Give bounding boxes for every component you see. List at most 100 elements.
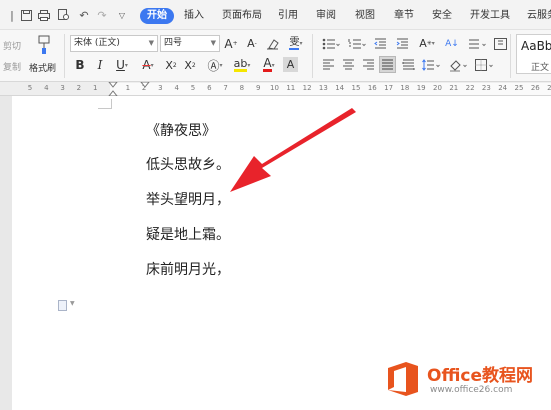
ruler-number: 26 — [530, 84, 540, 92]
italic-icon[interactable]: I — [93, 57, 107, 73]
paragraph-spacing-icon[interactable] — [420, 57, 442, 73]
ruler-number: 1 — [92, 84, 98, 92]
font-color-icon[interactable]: A ▾ — [258, 57, 280, 73]
ruler-number: 10 — [270, 84, 279, 92]
subscript-icon[interactable]: X2 — [182, 57, 198, 73]
ruler-number: 23 — [481, 84, 491, 92]
print-preview-icon[interactable] — [56, 8, 72, 22]
superscript-icon[interactable]: X2 — [163, 57, 179, 73]
menu-bar: | ↶ ↷ ▽ 开始 插入 页面布局 引用 审阅 视图 章节 安全 开发工具 云… — [0, 0, 551, 30]
ruler-number: 2 — [76, 84, 82, 92]
print-icon[interactable] — [36, 8, 52, 22]
tab-review[interactable]: 审阅 — [316, 8, 336, 24]
clear-format-icon[interactable] — [264, 36, 280, 51]
format-painter-label: 格式刷 — [29, 64, 57, 74]
ruler-number: 7 — [223, 84, 228, 92]
watermark-site: www.office26.com — [430, 385, 513, 395]
ruler-number: 5 — [27, 84, 33, 92]
font-family-value: 宋体 (正文) — [74, 38, 120, 48]
bold-icon[interactable]: B — [73, 57, 87, 73]
grow-font-icon[interactable]: A + — [224, 36, 238, 51]
horizontal-ruler[interactable]: 5 4 3 2 1 1 2 3 4 5 6 7 8 9 10 11 12 13 14 15 16 17 18 19 20 21 22… — [0, 82, 551, 96]
ribbon-divider — [312, 34, 313, 78]
poem-line[interactable]: 举头望明月， — [146, 189, 230, 209]
ruler-number: 20 — [433, 84, 442, 92]
distributed-align-icon[interactable] — [400, 57, 416, 73]
sort-icon[interactable]: A↓ — [444, 36, 460, 51]
font-size-value: 四号 — [164, 38, 183, 48]
ruler-number: 15 — [351, 84, 361, 92]
tab-chapter[interactable]: 章节 — [394, 8, 414, 24]
borders-icon[interactable] — [473, 57, 495, 73]
office-logo-icon — [388, 362, 418, 396]
bullet-list-icon[interactable] — [320, 36, 342, 51]
ruler-number: 14 — [335, 84, 345, 92]
ruler-number: 6 — [207, 84, 212, 92]
justify-icon[interactable] — [379, 56, 396, 73]
poem-line[interactable]: 低头思故乡。 — [146, 154, 230, 174]
change-case-icon[interactable]: A ✳ ▾ — [416, 36, 438, 51]
decrease-indent-icon[interactable] — [372, 36, 388, 51]
ruler-number: 12 — [302, 84, 312, 92]
align-left-icon[interactable] — [320, 57, 336, 73]
tab-developer[interactable]: 开发工具 — [470, 8, 510, 24]
ruler-number: 21 — [449, 84, 459, 92]
ruler-number: 4 — [174, 84, 179, 92]
align-right-icon[interactable] — [360, 57, 376, 73]
tab-home[interactable]: 开始 — [140, 8, 174, 24]
style-normal[interactable]: AaBb 正文 — [516, 34, 551, 74]
ribbon: 剪切 复制 格式刷 宋体 (正文) ▼ 四号 ▼ A + A- 雯 ▾ B I U ▾… — [0, 30, 551, 82]
watermark-brand: Office教程网 — [427, 366, 534, 386]
ruler-number: 18 — [400, 84, 410, 92]
cut-button[interactable]: 剪切 — [3, 39, 21, 52]
copy-button[interactable]: 复制 — [3, 60, 21, 73]
tab-cloud[interactable]: 云服务 — [527, 8, 551, 24]
ribbon-divider — [510, 34, 511, 78]
chevron-down-icon[interactable]: ▼ — [70, 300, 75, 307]
tab-security[interactable]: 安全 — [432, 8, 452, 24]
tab-insert[interactable]: 插入 — [184, 8, 204, 24]
line-spacing-dropdown-icon[interactable] — [466, 36, 488, 51]
ruler-number: 5 — [190, 84, 196, 92]
strikethrough-icon[interactable]: A ▾ — [137, 57, 159, 73]
poem-line[interactable]: 床前明月光， — [146, 259, 230, 279]
numbered-list-icon[interactable] — [346, 36, 368, 51]
poem-line[interactable]: 《静夜思》 — [146, 120, 216, 140]
style-name: 正文 — [531, 63, 550, 73]
shrink-font-icon[interactable]: A- — [245, 36, 259, 51]
character-shading-icon[interactable]: A — [283, 57, 298, 72]
align-center-icon[interactable] — [340, 57, 356, 73]
redo-icon[interactable]: ↷ — [94, 8, 110, 22]
increase-indent-icon[interactable] — [394, 36, 410, 51]
font-family-select[interactable]: 宋体 (正文) ▼ — [70, 35, 158, 52]
indent-marker-icon[interactable] — [108, 82, 118, 96]
page-corner-mark — [98, 99, 112, 109]
poem-line[interactable]: 疑是地上霜。 — [146, 224, 230, 244]
highlight-icon[interactable]: ab ▾ — [230, 57, 254, 73]
tab-references[interactable]: 引用 — [278, 8, 298, 24]
paste-options-icon[interactable] — [58, 300, 67, 311]
shading-icon[interactable] — [447, 57, 469, 73]
tab-view[interactable]: 视图 — [355, 8, 375, 24]
tab-page-layout[interactable]: 页面布局 — [222, 8, 262, 24]
first-line-indent-icon[interactable] — [140, 82, 150, 90]
ruler-number: 3 — [158, 84, 163, 92]
save-icon[interactable] — [18, 8, 34, 22]
ruler-number: 9 — [255, 84, 261, 92]
format-painter-icon[interactable] — [32, 34, 56, 56]
ruler-number: 16 — [367, 84, 377, 92]
ruler-number: 13 — [318, 84, 328, 92]
font-size-select[interactable]: 四号 ▼ — [160, 35, 220, 52]
ruler-number: 25 — [514, 84, 524, 92]
customize-dropdown-icon[interactable]: ▽ — [114, 8, 130, 22]
phonetic-guide-icon[interactable]: 雯 ▾ — [286, 36, 306, 51]
ruler-number: 24 — [498, 84, 508, 92]
text-effect-icon[interactable]: Ⓐ ▾ — [204, 57, 226, 73]
undo-icon[interactable]: ↶ — [76, 8, 92, 22]
underline-icon[interactable]: U ▾ — [111, 57, 133, 73]
ruler-number: 1 — [125, 84, 131, 92]
ruler-number: 19 — [416, 84, 426, 92]
chevron-down-icon: ▼ — [210, 39, 216, 47]
show-marks-icon[interactable] — [492, 36, 508, 51]
ruler-number: 4 — [44, 84, 49, 92]
